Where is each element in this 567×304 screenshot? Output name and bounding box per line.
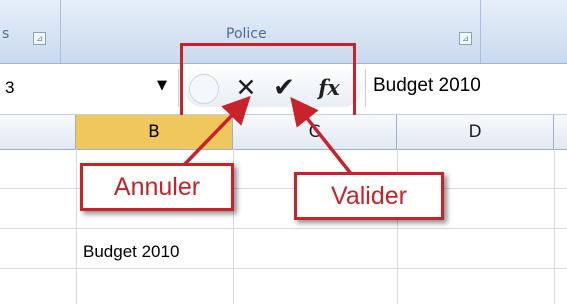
ribbon-group-label: s: [2, 26, 10, 42]
ribbon-group-divider: [480, 0, 481, 64]
valider-callout: Valider: [294, 172, 444, 220]
chevron-down-icon[interactable]: ▼: [157, 78, 167, 93]
police-group-label: Police: [226, 26, 267, 42]
annuler-callout: Annuler: [80, 163, 234, 211]
highlight-box: [180, 43, 356, 118]
name-box-value[interactable]: 3: [5, 78, 14, 98]
column-header-b[interactable]: B: [76, 115, 233, 149]
column-header-c[interactable]: C: [233, 115, 397, 149]
column-header-a[interactable]: [0, 115, 76, 149]
grid-col-line: [554, 149, 555, 304]
grid-row-line: [0, 228, 567, 229]
column-header-d[interactable]: D: [397, 115, 554, 149]
grid-row-line: [0, 268, 567, 269]
cell-b5[interactable]: Budget 2010: [83, 242, 179, 262]
dialog-launcher-icon[interactable]: ⊿: [459, 32, 472, 45]
name-box[interactable]: [0, 69, 179, 107]
ribbon-group-divider: [60, 0, 61, 64]
dialog-launcher-icon[interactable]: ⊿: [33, 32, 46, 45]
grid-col-line: [76, 149, 77, 304]
formula-input-value[interactable]: Budget 2010: [373, 75, 481, 97]
